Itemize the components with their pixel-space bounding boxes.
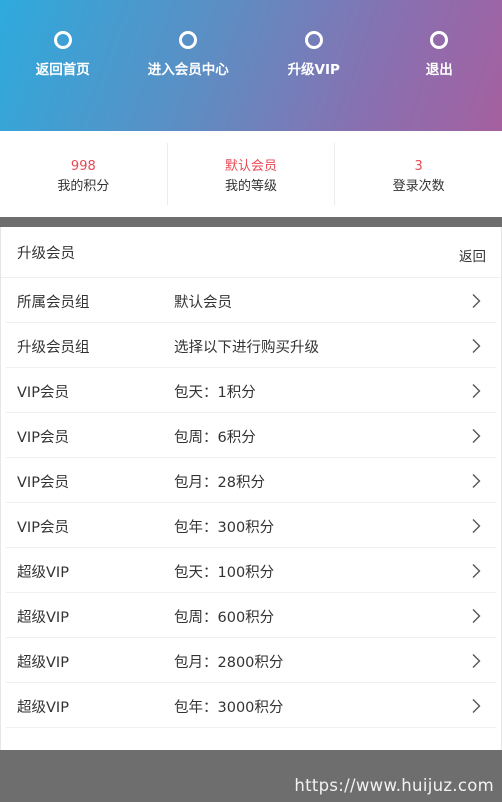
chevron-right-icon	[472, 654, 481, 668]
row-label: VIP会员	[17, 475, 69, 491]
stat-level-label: 我的等级	[225, 179, 278, 194]
top-nav: 返回首页 进入会员中心 升级VIP 退出	[0, 0, 502, 131]
stat-level: 默认会员 我的等级	[168, 143, 336, 205]
stat-level-value: 默认会员	[225, 159, 278, 174]
list-item[interactable]: 所属会员组 默认会员	[6, 278, 496, 323]
panel-header: 升级会员 返回	[1, 227, 501, 278]
circle-icon	[179, 31, 198, 49]
row-value: 包月：2800积分	[174, 655, 284, 671]
chevron-right-icon	[472, 564, 481, 578]
list-item[interactable]: 超级VIP 包周：600积分	[6, 593, 496, 638]
row-label: 超级VIP	[17, 610, 69, 626]
chevron-right-icon	[472, 384, 481, 398]
row-value: 包月：28积分	[174, 475, 265, 491]
nav-member-center-label: 进入会员中心	[147, 62, 229, 78]
stat-points-label: 我的积分	[57, 179, 110, 194]
row-label: 超级VIP	[17, 565, 69, 581]
row-value: 选择以下进行购买升级	[174, 340, 319, 356]
circle-icon	[430, 31, 449, 49]
row-label: VIP会员	[17, 385, 69, 401]
nav-logout-label: 退出	[425, 62, 453, 78]
circle-icon	[304, 31, 323, 49]
nav-logout[interactable]: 退出	[377, 0, 502, 131]
row-label: 超级VIP	[17, 700, 69, 716]
row-value: 包天：100积分	[174, 565, 275, 581]
watermark: https://www.huijuz.com	[294, 776, 494, 795]
row-label: 超级VIP	[17, 655, 69, 671]
nav-home[interactable]: 返回首页	[0, 0, 126, 131]
chevron-right-icon	[472, 339, 481, 353]
list-item[interactable]: VIP会员 包年：300积分	[6, 503, 496, 548]
stats-bar: 998 我的积分 默认会员 我的等级 3 登录次数	[0, 131, 502, 217]
divider-band	[0, 217, 502, 227]
nav-member-center[interactable]: 进入会员中心	[126, 0, 252, 131]
list-item[interactable]: VIP会员 包周：6积分	[6, 413, 496, 458]
row-value: 包周：600积分	[174, 610, 275, 626]
chevron-right-icon	[472, 699, 481, 713]
row-value: 包年：3000积分	[174, 700, 284, 716]
row-label: VIP会员	[17, 520, 69, 536]
chevron-right-icon	[472, 294, 481, 308]
row-label: VIP会员	[17, 430, 69, 446]
option-list: 所属会员组 默认会员 升级会员组 选择以下进行购买升级 VIP会员 包天：1积分 VIP会员…	[6, 278, 496, 728]
stat-points-value: 998	[70, 159, 96, 174]
chevron-right-icon	[472, 474, 481, 488]
list-item[interactable]: 超级VIP 包年：3000积分	[6, 683, 496, 728]
nav-home-label: 返回首页	[35, 62, 90, 78]
stat-logins-value: 3	[414, 159, 423, 174]
list-item[interactable]: 升级会员组 选择以下进行购买升级	[6, 323, 496, 368]
circle-icon	[53, 31, 72, 49]
row-label: 所属会员组	[17, 295, 90, 311]
chevron-right-icon	[472, 429, 481, 443]
panel-title: 升级会员	[17, 246, 75, 262]
upgrade-panel: 升级会员 返回 所属会员组 默认会员 升级会员组 选择以下进行购买升级 VIP会员 包天：…	[0, 227, 502, 750]
row-value: 默认会员	[174, 295, 232, 311]
back-button[interactable]: 返回	[459, 245, 486, 265]
list-item[interactable]: VIP会员 包天：1积分	[6, 368, 496, 413]
row-value: 包年：300积分	[174, 520, 275, 536]
stat-points: 998 我的积分	[0, 143, 168, 205]
row-value: 包天：1积分	[174, 385, 256, 401]
list-item[interactable]: 超级VIP 包月：2800积分	[6, 638, 496, 683]
stat-logins: 3 登录次数	[335, 143, 502, 205]
nav-upgrade-vip-label: 升级VIP	[287, 62, 340, 78]
list-item[interactable]: VIP会员 包月：28积分	[6, 458, 496, 503]
chevron-right-icon	[472, 519, 481, 533]
chevron-right-icon	[472, 609, 481, 623]
row-value: 包周：6积分	[174, 430, 256, 446]
footer-band: https://www.huijuz.com	[0, 750, 502, 802]
stat-logins-label: 登录次数	[392, 179, 445, 194]
nav-upgrade-vip[interactable]: 升级VIP	[251, 0, 377, 131]
row-label: 升级会员组	[17, 340, 90, 356]
list-item[interactable]: 超级VIP 包天：100积分	[6, 548, 496, 593]
